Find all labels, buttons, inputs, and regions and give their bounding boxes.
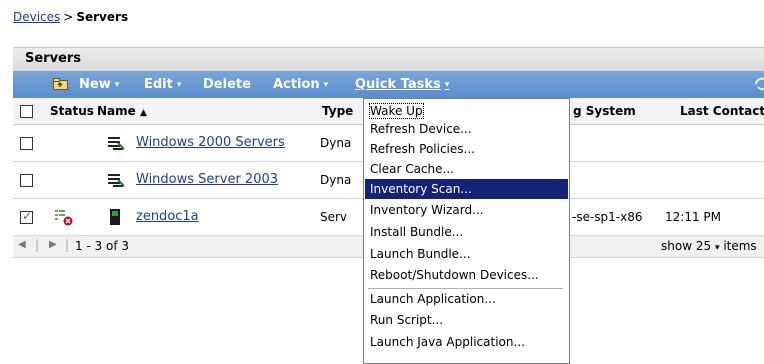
page-size-items-label: items xyxy=(723,239,757,253)
breadcrumb-current: Servers xyxy=(76,10,129,24)
menu-item-launch-application[interactable]: Launch Application... xyxy=(365,289,568,309)
chevron-down-icon: ▾ xyxy=(444,80,450,90)
pager-next-icon[interactable]: ▶ xyxy=(49,239,57,250)
menu-item-launch-java-application[interactable]: Launch Java Application... xyxy=(365,332,568,352)
row-type: Serv xyxy=(320,210,348,224)
menu-item-refresh-device[interactable]: Refresh Device... xyxy=(365,119,568,139)
row-name-link[interactable]: zendoc1a xyxy=(136,209,199,224)
menu-item-label: Wake Up xyxy=(369,103,424,119)
page-size-show-label: show xyxy=(661,239,693,253)
row-checkbox[interactable] xyxy=(20,174,33,187)
page-size-selector[interactable]: show 25 ▾ items xyxy=(661,239,757,253)
edit-menu-button[interactable]: Edit ▾ xyxy=(144,71,181,99)
pager-range: 1 - 3 of 3 xyxy=(75,239,130,253)
menu-item-reboot-shutdown[interactable]: Reboot/Shutdown Devices... xyxy=(365,265,568,285)
menu-item-refresh-policies[interactable]: Refresh Policies... xyxy=(365,139,568,159)
refresh-icon[interactable] xyxy=(754,76,764,92)
action-menu-button[interactable]: Action ▾ xyxy=(273,71,328,99)
action-label: Action xyxy=(273,77,320,92)
pager-divider: | xyxy=(35,238,40,252)
menu-item-run-script[interactable]: Run Script... xyxy=(365,310,568,330)
pager-divider: | xyxy=(65,238,70,252)
chevron-down-icon: ▾ xyxy=(323,80,329,90)
status-error-icon xyxy=(55,210,73,226)
server-group-icon xyxy=(108,174,125,187)
row-name-link[interactable]: Windows 2000 Servers xyxy=(136,135,285,150)
quick-tasks-label: Quick Tasks xyxy=(355,77,441,92)
row-checkbox-checked[interactable] xyxy=(20,209,33,224)
row-type: Dyna xyxy=(320,136,352,150)
pager-first-icon[interactable]: ◀ xyxy=(18,239,26,250)
breadcrumb: Devices > Servers xyxy=(13,10,128,24)
column-header-name-label: Name xyxy=(97,104,136,118)
row-last-contact: 12:11 PM xyxy=(665,210,721,224)
column-header-os[interactable]: g System xyxy=(573,98,636,125)
breadcrumb-devices-link[interactable]: Devices xyxy=(13,10,60,24)
chevron-down-icon: ▾ xyxy=(714,243,720,253)
row-os: -se-sp1-x86 xyxy=(572,210,643,224)
menu-item-clear-cache[interactable]: Clear Cache... xyxy=(365,159,568,179)
quick-tasks-dropdown: Wake Up Refresh Device... Refresh Polici… xyxy=(363,98,570,364)
chevron-down-icon: ▾ xyxy=(114,80,120,90)
row-checkbox[interactable] xyxy=(20,137,33,150)
select-all-checkbox[interactable] xyxy=(20,105,33,118)
column-header-type[interactable]: Type xyxy=(322,98,353,125)
panel-title: Servers xyxy=(13,47,764,71)
quick-tasks-menu-button[interactable]: Quick Tasks ▾ xyxy=(355,71,449,99)
menu-item-inventory-scan[interactable]: Inventory Scan... xyxy=(365,179,568,199)
column-header-last-contact[interactable]: Last Contact xyxy=(680,98,764,125)
column-header-name[interactable]: Name ▲ xyxy=(97,98,147,127)
page-size-value: 25 xyxy=(695,239,712,253)
edit-label: Edit xyxy=(144,77,173,92)
delete-button[interactable]: Delete xyxy=(203,71,251,98)
menu-item-launch-bundle[interactable]: Launch Bundle... xyxy=(365,244,568,264)
server-icon xyxy=(110,209,120,225)
server-group-icon xyxy=(108,137,125,150)
new-label: New xyxy=(79,77,111,92)
column-header-status[interactable]: Status xyxy=(50,98,94,125)
sort-ascending-icon: ▲ xyxy=(139,108,147,118)
chevron-down-icon: ▾ xyxy=(176,80,182,90)
menu-item-inventory-wizard[interactable]: Inventory Wizard... xyxy=(365,200,568,220)
menu-item-install-bundle[interactable]: Install Bundle... xyxy=(365,222,568,242)
toolbar: New ▾ Edit ▾ Delete Action ▾ Quick Tasks ▾ xyxy=(13,71,764,98)
row-type: Dyna xyxy=(320,173,352,187)
row-name-link[interactable]: Windows Server 2003 xyxy=(136,172,278,187)
new-menu-button[interactable]: New ▾ xyxy=(79,71,119,99)
menu-item-wake-up[interactable]: Wake Up xyxy=(365,101,568,121)
folder-up-icon[interactable] xyxy=(53,78,68,90)
breadcrumb-separator: > xyxy=(63,10,74,24)
